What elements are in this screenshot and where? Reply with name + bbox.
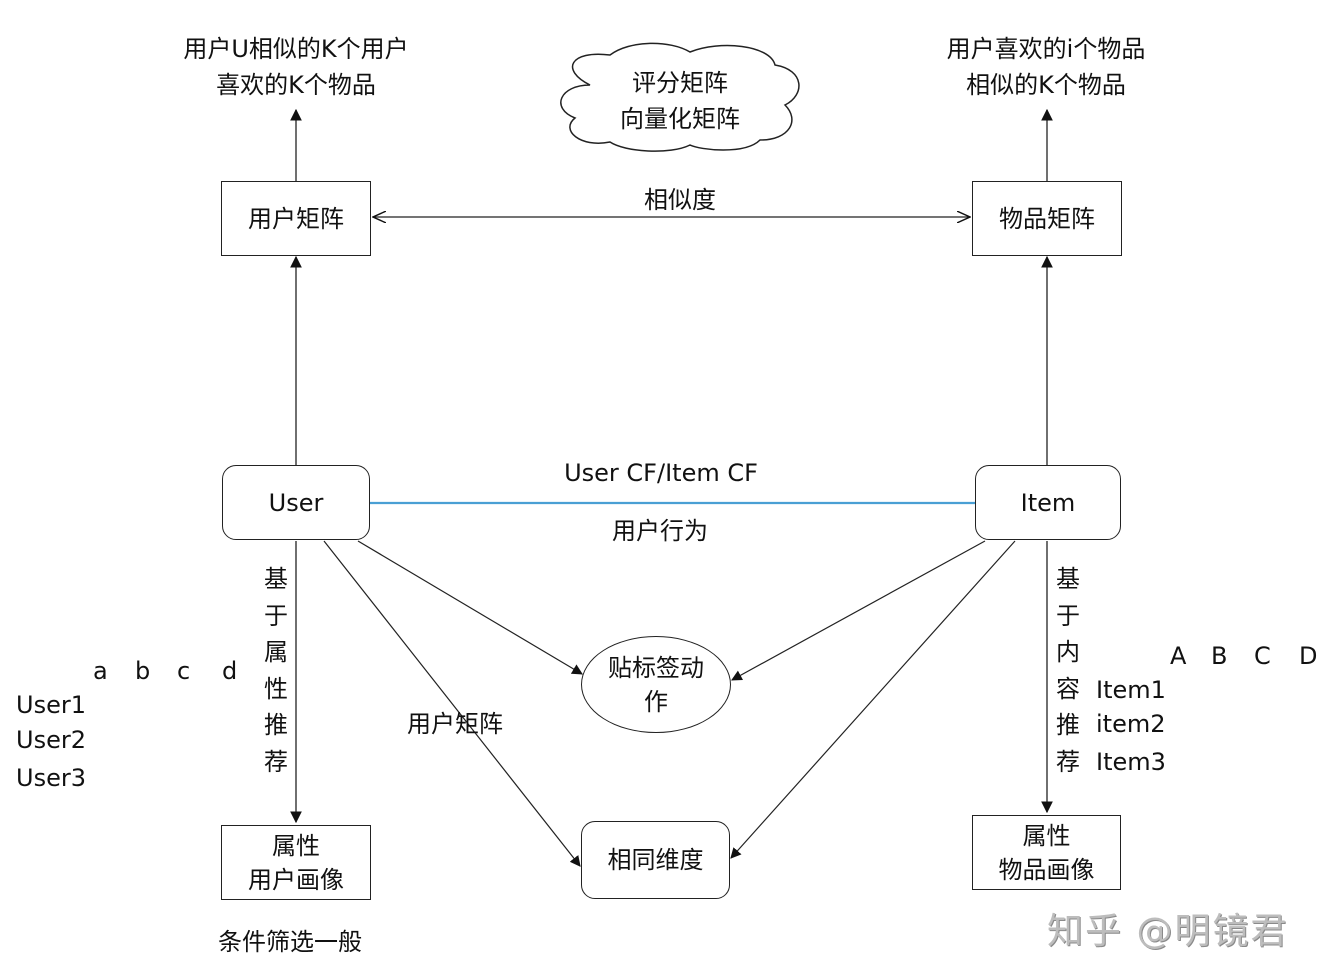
user-profile-line2: 用户画像 (248, 865, 344, 894)
user-node[interactable]: User (222, 465, 370, 540)
top-right-label-line1: 用户喜欢的i个物品 (946, 35, 1146, 63)
char: 于 (1056, 601, 1080, 630)
char: 荐 (1056, 747, 1080, 776)
item-table-col-a: A (1170, 642, 1187, 670)
user-profile-line1: 属性 (272, 831, 320, 860)
user-table-row: User3 (16, 764, 86, 792)
user-node-label: User (268, 488, 324, 517)
same-dimension-label: 相同维度 (607, 846, 704, 874)
behavior-label: 用户行为 (612, 517, 708, 545)
char: 推 (264, 711, 288, 739)
item-table-col-c: C (1254, 642, 1271, 670)
item-table-col-b: B (1211, 642, 1228, 670)
cloud-label-line1: 评分矩阵 (632, 69, 728, 97)
cloud-label-line2: 向量化矩阵 (620, 105, 740, 133)
item-table-row: item2 (1096, 710, 1166, 738)
user-table-col-d: d (222, 657, 238, 685)
item-node[interactable]: Item (975, 465, 1121, 540)
item-table-col-d: D (1299, 642, 1318, 670)
user-table-row: User1 (16, 691, 86, 719)
item-matrix-node-label: 物品矩阵 (999, 204, 1095, 233)
char: 荐 (264, 747, 288, 776)
edge-item-to-samedim (730, 540, 1016, 859)
similarity-label: 相似度 (644, 186, 716, 214)
item-node-label: Item (1020, 488, 1076, 517)
item-profile-line1: 属性 (1022, 821, 1071, 850)
content-recommendation-label: 基 于 内 容 推 荐 (1054, 561, 1082, 780)
edge-user-to-samedim (323, 540, 581, 867)
tag-action-line2: 作 (644, 687, 668, 716)
item-profile-line2: 物品画像 (998, 855, 1095, 884)
char: 容 (1056, 674, 1080, 703)
user-matrix-node-label: 用户矩阵 (248, 204, 344, 233)
char: 属 (264, 638, 288, 666)
user-profile-node[interactable]: 属性 用户画像 (221, 825, 371, 900)
user-table-col-b: b (135, 657, 151, 685)
char: 基 (1056, 565, 1080, 593)
tag-action-node[interactable]: 贴标签动 作 (581, 636, 731, 733)
same-dimension-node[interactable]: 相同维度 (581, 821, 730, 899)
char: 基 (264, 565, 288, 593)
user-table-row: User2 (16, 726, 86, 754)
user-table-col-a: a (93, 657, 108, 685)
char: 内 (1056, 638, 1080, 666)
item-table-row: Item1 (1096, 676, 1166, 704)
tag-action-line1: 贴标签动 (608, 653, 704, 682)
filter-label: 条件筛选一般 (218, 928, 362, 956)
edge-user-to-tag (357, 540, 583, 675)
char: 推 (1056, 711, 1080, 739)
user-matrix-mid-label: 用户矩阵 (407, 710, 503, 738)
item-table-row: Item3 (1096, 748, 1166, 776)
user-table-col-c: c (177, 657, 191, 685)
top-left-label-line2: 喜欢的K个物品 (216, 71, 376, 99)
char: 性 (264, 674, 288, 703)
watermark: 知乎 @明镜君 (1047, 911, 1289, 952)
top-right-label-line2: 相似的K个物品 (966, 71, 1126, 99)
user-matrix-node[interactable]: 用户矩阵 (221, 181, 371, 256)
attribute-recommendation-label: 基 于 属 性 推 荐 (262, 561, 290, 780)
item-profile-node[interactable]: 属性 物品画像 (972, 815, 1121, 890)
edge-item-to-tag (731, 540, 986, 681)
char: 于 (264, 601, 288, 630)
cf-label: User CF/Item CF (564, 459, 758, 487)
top-left-label-line1: 用户U相似的K个用户 (183, 35, 409, 63)
item-matrix-node[interactable]: 物品矩阵 (972, 181, 1122, 256)
